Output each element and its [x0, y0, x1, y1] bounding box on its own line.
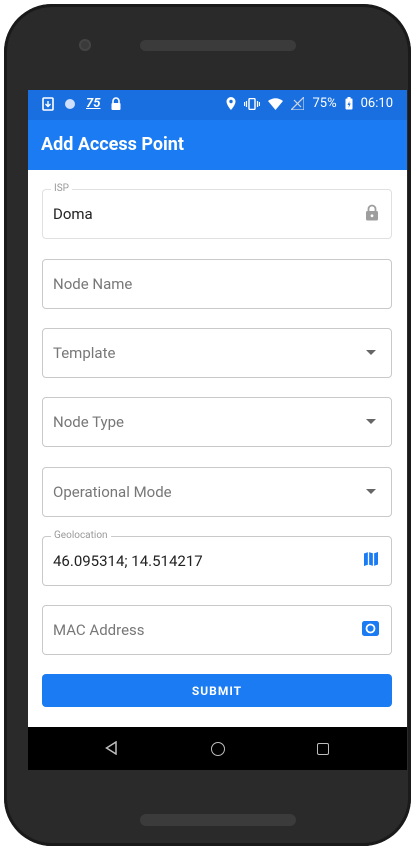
home-icon[interactable]: [211, 742, 225, 756]
dropdown-arrow-icon: [366, 350, 376, 355]
front-camera: [79, 39, 91, 51]
back-icon[interactable]: [105, 741, 117, 755]
dropdown-arrow-icon: [366, 489, 376, 494]
battery-icon: [345, 97, 353, 110]
template-placeholder: Template: [53, 344, 116, 362]
app-bar: Add Access Point: [28, 120, 407, 170]
map-icon[interactable]: [363, 551, 379, 567]
node-name-placeholder: Node Name: [53, 275, 133, 293]
isp-value: Doma: [53, 205, 93, 223]
notification-number-icon: 75: [86, 96, 101, 111]
submit-button[interactable]: SUBMIT: [42, 674, 392, 707]
node-name-field[interactable]: Node Name: [42, 259, 392, 309]
vibrate-icon: [244, 97, 261, 110]
circle-icon: [65, 98, 75, 109]
signal-icon: [291, 97, 305, 110]
top-speaker: [140, 40, 296, 51]
battery-percent: 75%: [312, 96, 337, 111]
download-icon: [42, 96, 54, 111]
lock-icon: [366, 204, 378, 221]
status-bar: 75 75% 06:10: [28, 90, 407, 120]
recent-apps-icon[interactable]: [317, 743, 329, 755]
mac-address-placeholder: MAC Address: [53, 621, 145, 639]
isp-field: ISP Doma: [42, 183, 392, 239]
dropdown-arrow-icon: [366, 419, 376, 424]
page-title: Add Access Point: [41, 134, 184, 155]
node-type-placeholder: Node Type: [53, 413, 124, 431]
lock-icon: [111, 96, 121, 110]
camera-icon[interactable]: [362, 620, 379, 636]
geolocation-value: 46.095314; 14.514217: [53, 552, 203, 570]
location-icon: [226, 97, 236, 110]
geolocation-field[interactable]: Geolocation 46.095314; 14.514217: [42, 530, 392, 586]
wifi-icon: [268, 97, 284, 110]
geolocation-label: Geolocation: [51, 530, 111, 541]
isp-label: ISP: [51, 183, 72, 194]
template-select[interactable]: Template: [42, 328, 392, 378]
clock: 06:10: [360, 96, 393, 111]
phone-frame: 75 75% 06:10 Add Access Point ISP Doma N…: [4, 4, 411, 846]
operational-mode-placeholder: Operational Mode: [53, 483, 172, 501]
operational-mode-select[interactable]: Operational Mode: [42, 467, 392, 517]
screen: 75 75% 06:10 Add Access Point ISP Doma N…: [28, 90, 407, 770]
mac-address-field[interactable]: MAC Address: [42, 605, 392, 655]
node-type-select[interactable]: Node Type: [42, 397, 392, 447]
android-nav-bar: [28, 727, 407, 770]
bottom-speaker: [140, 814, 296, 826]
